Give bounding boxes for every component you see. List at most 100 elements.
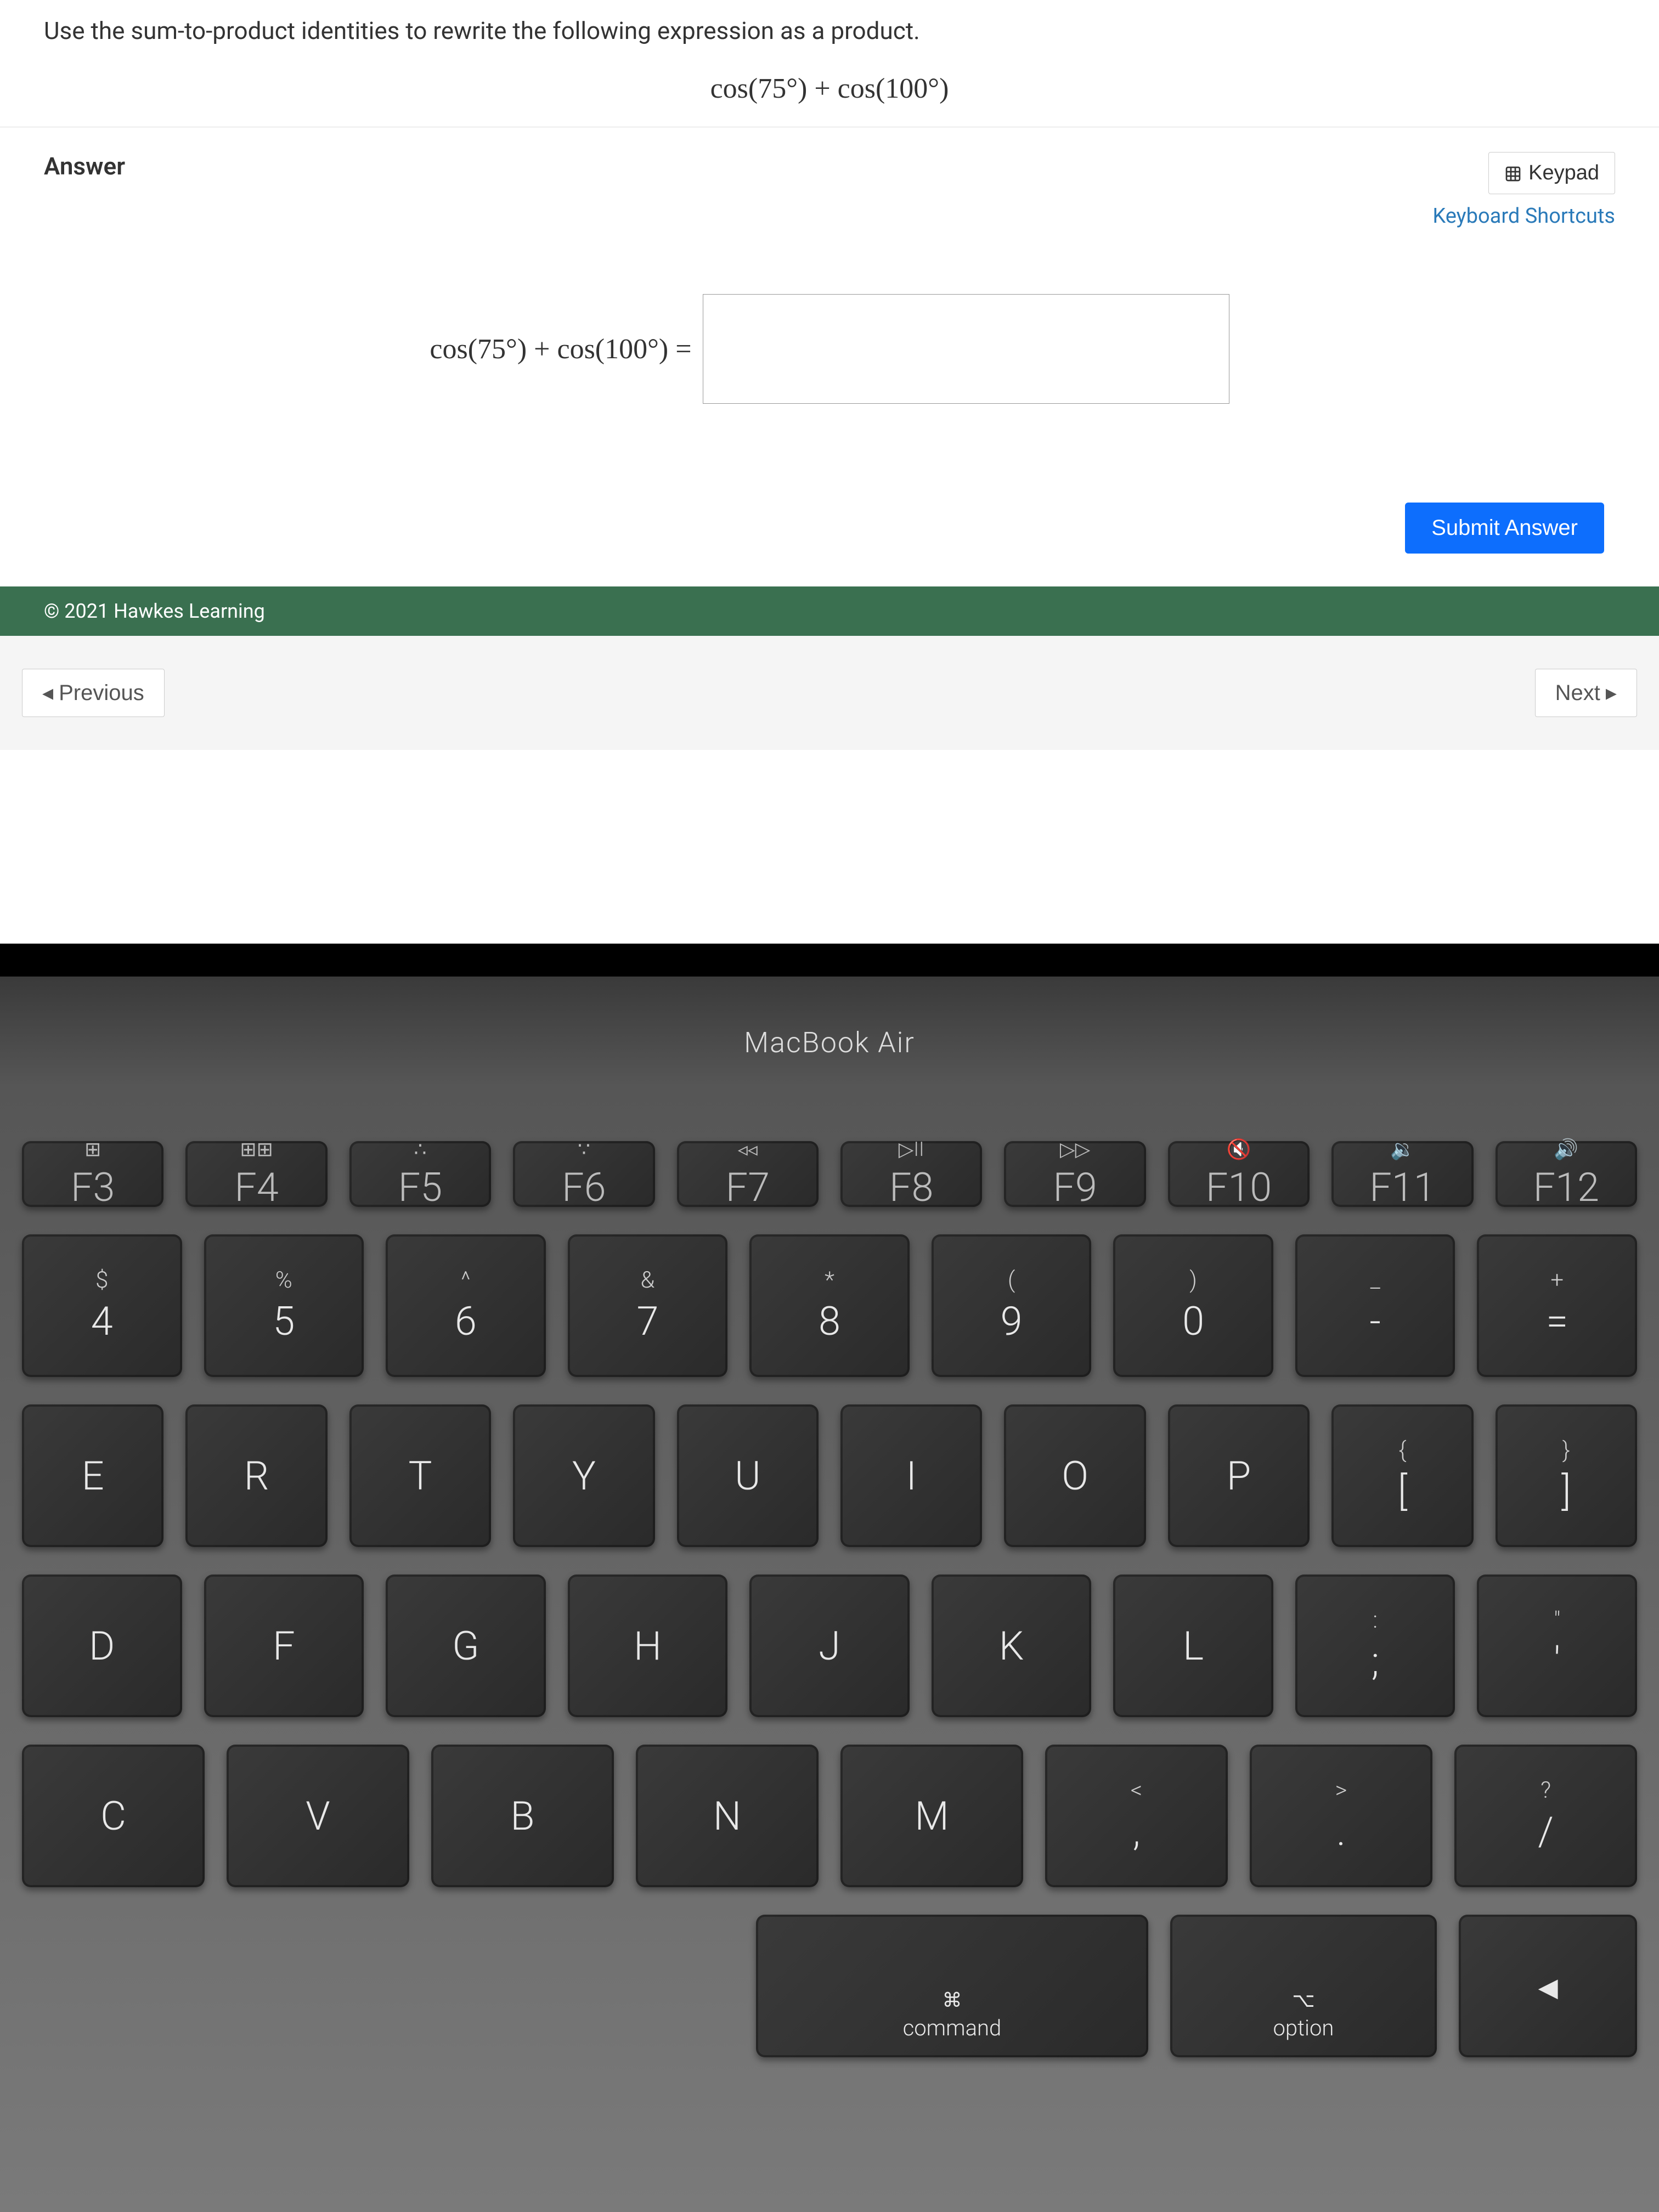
key-top-label: { xyxy=(1398,1437,1406,1464)
fn-key-f3: ⊞F3 xyxy=(22,1141,163,1207)
key-j: J xyxy=(749,1575,910,1717)
key-main-label: = xyxy=(1546,1298,1568,1345)
key-main-label: I xyxy=(906,1453,917,1499)
key-bracket: }] xyxy=(1496,1404,1637,1547)
key-main-label: G xyxy=(452,1623,479,1669)
key-k: K xyxy=(932,1575,1092,1717)
key-7: &7 xyxy=(568,1234,728,1377)
key-0: )0 xyxy=(1113,1234,1273,1377)
question-expression: cos(75°) + cos(100°) xyxy=(44,72,1615,105)
key-main-label: option xyxy=(1273,2015,1334,2041)
key-top-label: % xyxy=(275,1267,292,1294)
key-t: T xyxy=(349,1404,491,1547)
key-m: M xyxy=(840,1745,1023,1887)
key-main-label: / xyxy=(1538,1808,1554,1855)
key-9: (9 xyxy=(932,1234,1092,1377)
key-icon: 🔊 xyxy=(1554,1138,1578,1161)
key-main-label: ; xyxy=(1372,1638,1379,1685)
key-top-label: ? xyxy=(1541,1777,1551,1804)
key-main-label: F5 xyxy=(398,1164,442,1211)
key-option: ⌥option xyxy=(1170,1915,1437,2057)
key-main-label: 6 xyxy=(455,1298,477,1345)
key-=: += xyxy=(1477,1234,1637,1377)
key-y: Y xyxy=(513,1404,654,1547)
key-main-label: 5 xyxy=(273,1298,295,1345)
key-top-label: } xyxy=(1562,1437,1570,1464)
previous-button[interactable]: ◂ Previous xyxy=(22,669,165,717)
key-5: %5 xyxy=(204,1234,364,1377)
key-main-label: 9 xyxy=(1001,1298,1023,1345)
key-icon: ⊞⊞ xyxy=(240,1138,273,1161)
key-main-label: M xyxy=(915,1793,949,1839)
key-d: D xyxy=(22,1575,182,1717)
key-top-label: : xyxy=(1373,1607,1378,1634)
key-main-label: F6 xyxy=(562,1164,606,1211)
answer-lhs-expression: cos(75°) + cos(100°) = xyxy=(430,333,691,365)
key-main-label: F3 xyxy=(71,1164,115,1211)
fn-key-f12: 🔊F12 xyxy=(1496,1141,1637,1207)
key-main-label: U xyxy=(735,1453,760,1499)
keypad-button-label: Keypad xyxy=(1528,161,1599,185)
key-icon: ▷II xyxy=(899,1138,924,1161)
fn-key-f7: ◃◃F7 xyxy=(677,1141,819,1207)
key-main-label: command xyxy=(903,2015,1002,2041)
key-e: E xyxy=(22,1404,163,1547)
key-p: P xyxy=(1168,1404,1310,1547)
key-main-label: 7 xyxy=(636,1298,658,1345)
key-l: L xyxy=(1113,1575,1273,1717)
key-bracket: {[ xyxy=(1331,1404,1473,1547)
key-icon: ⊞ xyxy=(84,1138,101,1161)
key-main-label: . xyxy=(1336,1808,1346,1855)
key-8: *8 xyxy=(749,1234,910,1377)
key-icon: 🔉 xyxy=(1390,1138,1415,1161)
footer-bar: © 2021 Hawkes Learning xyxy=(0,586,1659,636)
key-slash: ?/ xyxy=(1454,1745,1637,1887)
key-icon: ∴ xyxy=(414,1138,427,1161)
answer-section: Answer Keypad Keyboard Shortcuts xyxy=(0,127,1659,586)
answer-label: Answer xyxy=(44,152,125,180)
key-top-label: & xyxy=(641,1267,655,1294)
key-main-label: F xyxy=(273,1623,295,1669)
key-main-label: P xyxy=(1227,1453,1251,1499)
key-icon: 🔇 xyxy=(1227,1138,1251,1161)
key-main-label: 4 xyxy=(91,1298,113,1345)
key-main-label: F7 xyxy=(726,1164,770,1211)
fn-key-f10: 🔇F10 xyxy=(1168,1141,1310,1207)
key-icon: ⌘ xyxy=(942,1989,962,2012)
key-period: >. xyxy=(1250,1745,1432,1887)
key-r: R xyxy=(185,1404,327,1547)
key-main-label: Y xyxy=(572,1453,596,1499)
key-top-label: $ xyxy=(95,1267,108,1294)
chevron-right-icon: ▸ xyxy=(1606,680,1617,706)
key-v: V xyxy=(227,1745,409,1887)
key-i: I xyxy=(840,1404,982,1547)
submit-answer-button[interactable]: Submit Answer xyxy=(1405,503,1604,554)
laptop-body: MacBook Air ⊞F3⊞⊞F4∴F5∵F6◃◃F7▷IIF8▷▷F9🔇F… xyxy=(0,944,1659,2212)
key-main-label: ' xyxy=(1554,1638,1560,1685)
key-command: ⌘ command xyxy=(756,1915,1148,2057)
keypad-button[interactable]: Keypad xyxy=(1488,152,1615,194)
key-top-label: < xyxy=(1131,1777,1142,1804)
keyboard-shortcuts-link[interactable]: Keyboard Shortcuts xyxy=(1432,204,1615,228)
key-icon: ∵ xyxy=(578,1138,590,1161)
chevron-left-icon: ◂ xyxy=(42,680,53,706)
key-b: B xyxy=(431,1745,614,1887)
nav-row: ◂ Previous Next ▸ xyxy=(0,636,1659,750)
key--: _- xyxy=(1295,1234,1455,1377)
key-main-label: F4 xyxy=(234,1164,278,1211)
key-main-label: , xyxy=(1133,1808,1141,1855)
key-top-label: ^ xyxy=(461,1267,471,1294)
keypad-icon xyxy=(1504,165,1522,182)
fn-key-f5: ∴F5 xyxy=(349,1141,491,1207)
copyright-text: © 2021 Hawkes Learning xyxy=(44,600,265,623)
key-main-label: O xyxy=(1062,1453,1088,1499)
key-main-label: J xyxy=(819,1623,840,1669)
fn-key-f11: 🔉F11 xyxy=(1331,1141,1473,1207)
key-top-label: " xyxy=(1554,1607,1560,1634)
next-button[interactable]: Next ▸ xyxy=(1535,669,1637,717)
answer-input[interactable] xyxy=(703,294,1229,404)
previous-label: Previous xyxy=(59,681,144,706)
key-6: ^6 xyxy=(386,1234,546,1377)
key-main-label: - xyxy=(1369,1298,1381,1345)
key-arrow-left: ◂ xyxy=(1459,1915,1637,2057)
